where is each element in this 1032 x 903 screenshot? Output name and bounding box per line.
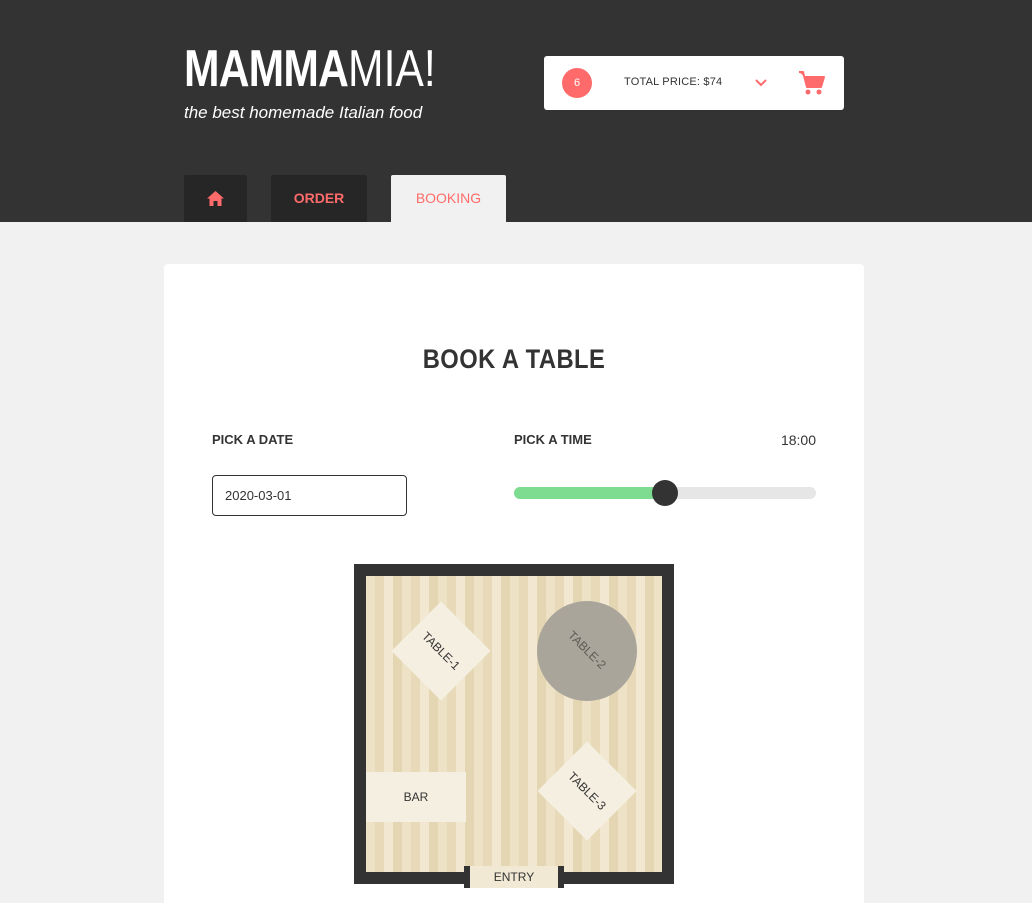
logo-bold: MAMMA	[184, 40, 349, 98]
cart-total-price: TOTAL PRICE: $74	[624, 76, 723, 88]
booking-card: BOOK A TABLE PICK A DATE PICK A TIME 18:…	[164, 264, 864, 903]
time-slider-fill	[514, 487, 665, 499]
time-slider-handle[interactable]	[652, 480, 678, 506]
time-slider[interactable]	[514, 480, 816, 506]
time-label: PICK A TIME	[514, 432, 592, 447]
tab-order[interactable]: ORDER	[271, 175, 367, 222]
tab-home[interactable]	[184, 175, 247, 222]
table-2[interactable]: TABLE-2	[537, 601, 637, 701]
site-header: MAMMAMIA! the best homemade Italian food…	[0, 0, 1032, 222]
table-1[interactable]: TABLE-1	[391, 601, 491, 701]
floor-plan: TABLE-1 TABLE-2 TABLE-3 BAR ENTRY	[354, 564, 674, 888]
chevron-down-icon[interactable]	[752, 74, 770, 92]
date-input[interactable]	[212, 475, 407, 516]
time-value: 18:00	[780, 432, 816, 448]
shopping-cart-icon[interactable]	[798, 69, 826, 97]
date-label: PICK A DATE	[212, 432, 294, 447]
entry: ENTRY	[464, 866, 564, 888]
cart-count-badge: 6	[562, 68, 592, 98]
table-3-label: TABLE-3	[565, 769, 609, 813]
floor-area: TABLE-1 TABLE-2 TABLE-3 BAR	[366, 576, 662, 872]
table-2-label: TABLE-2	[565, 628, 609, 672]
logo[interactable]: MAMMAMIA!	[184, 40, 436, 98]
logo-light: MIA!	[348, 40, 436, 98]
table-3[interactable]: TABLE-3	[537, 741, 637, 841]
tab-booking[interactable]: BOOKING	[391, 175, 506, 222]
page-title: BOOK A TABLE	[422, 344, 606, 374]
tagline: the best homemade Italian food	[184, 103, 423, 122]
cart-widget[interactable]: 6 TOTAL PRICE: $74	[544, 56, 844, 110]
table-1-label: TABLE-1	[419, 629, 463, 673]
bar: BAR	[366, 772, 466, 822]
home-icon	[207, 191, 224, 206]
